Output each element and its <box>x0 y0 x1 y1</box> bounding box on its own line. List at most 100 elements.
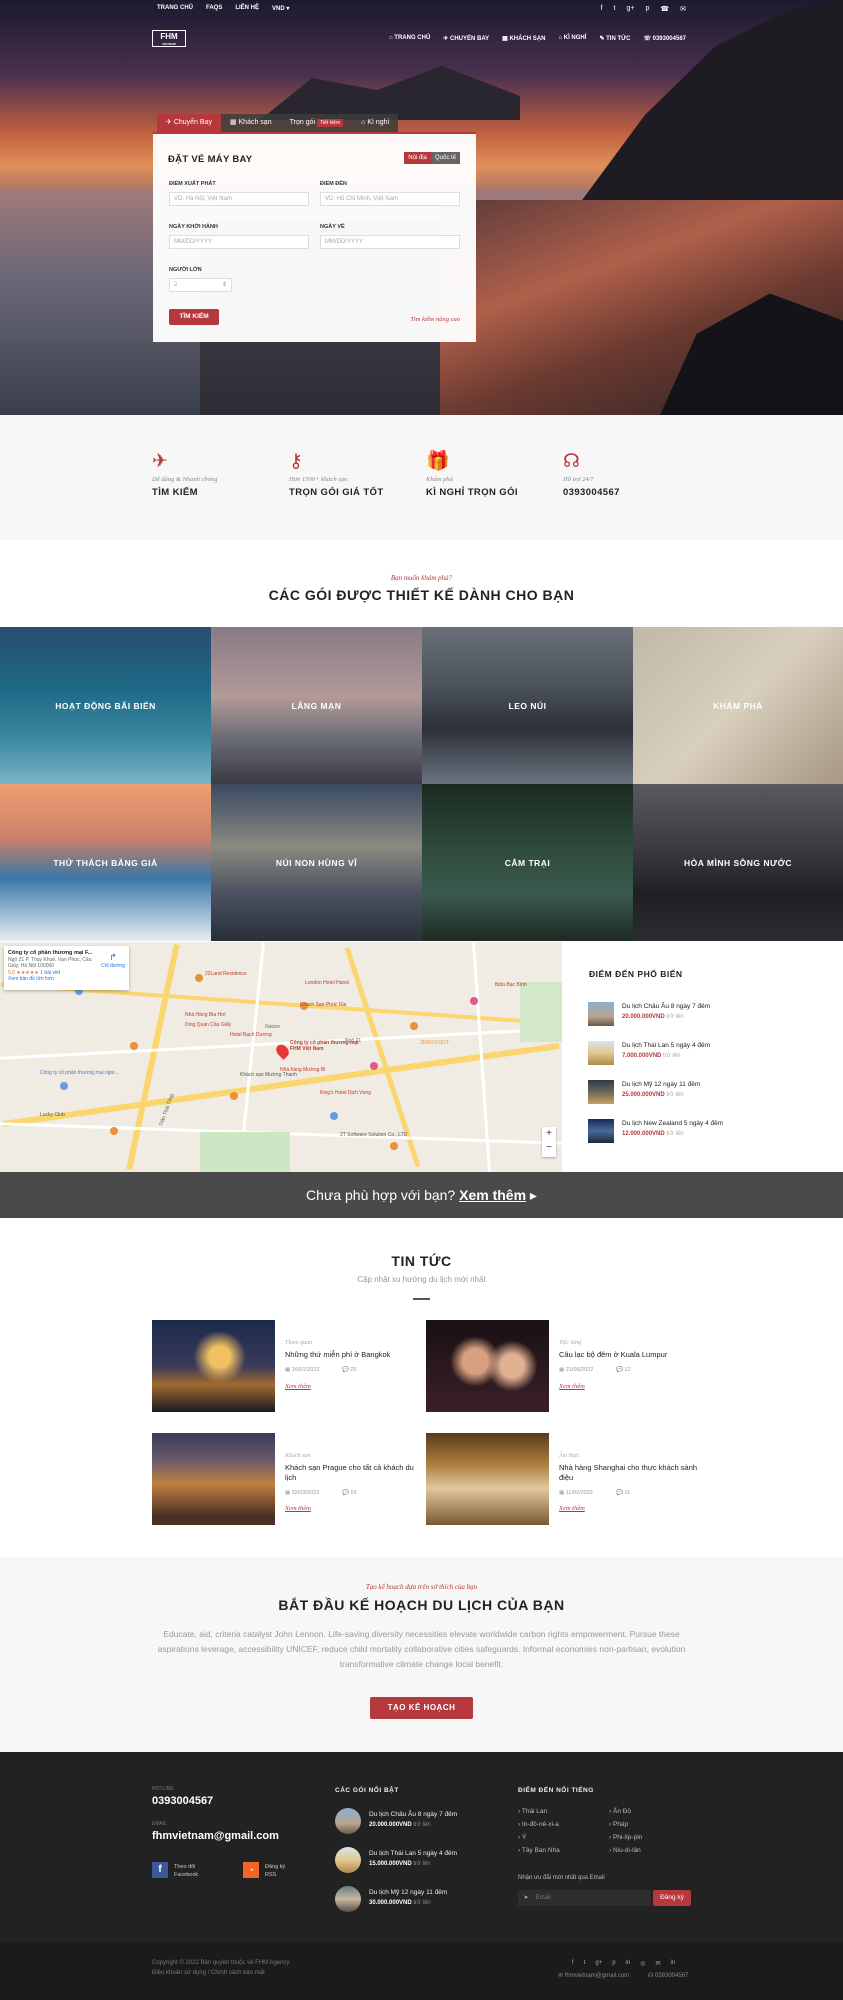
to-input[interactable]: VD: Hồ Chí Minh, Việt Nam <box>320 192 460 206</box>
create-plan-button[interactable]: TẠO KẾ HOẠCH <box>370 1697 473 1719</box>
depart-input[interactable]: MM/DD/YYYY <box>169 235 309 249</box>
tile-river[interactable]: HÒA MÌNH SÔNG NƯỚC <box>633 784 843 941</box>
dest-link[interactable]: › Ý <box>518 1834 526 1841</box>
mail-icon[interactable]: ✉ <box>680 5 686 13</box>
advanced-search-link[interactable]: Tìm kiếm nâng cao <box>410 316 460 323</box>
news-card[interactable]: Tham quan Những thứ miễn phí ở Bangkok ▦… <box>152 1320 422 1412</box>
linkedin-icon[interactable]: in <box>670 1960 675 1967</box>
dest-link[interactable]: › Phi-líp-pin <box>609 1834 642 1841</box>
feature-vacations: 🎁 Khám phá KÌ NGHỈ TRỌN GÓI <box>426 450 556 498</box>
linkedin-icon[interactable]: in <box>626 1960 631 1967</box>
dest-link[interactable]: › Niu-di-lân <box>609 1847 641 1854</box>
googleplus-icon[interactable]: g+ <box>595 1960 602 1967</box>
nav-home[interactable]: ⌂ TRANG CHỦ <box>389 35 430 42</box>
facebook-icon[interactable]: f <box>572 1960 574 1967</box>
destination-item[interactable]: Du lịch Thái Lan 5 ngày 4 đêm 7.000.000V… <box>588 1039 828 1065</box>
google-map[interactable]: 22Land Residence London Hotel Hanoi Khác… <box>0 942 562 1172</box>
bottom-phone[interactable]: ☊ 0393004567 <box>648 1972 688 1979</box>
destination-item[interactable]: Du lịch Mỹ 12 ngày 11 đêm 25.000.000VND … <box>588 1078 828 1104</box>
more-cta-bar: Chưa phù hợp với bạn? Xem thêm ▸ <box>0 1172 843 1218</box>
adults-stepper[interactable]: 2 ⇕ <box>169 278 232 292</box>
feature-support: ☊ Hỗ trợ 24/7 0393004567 <box>563 450 693 498</box>
nav-phone[interactable]: ☏ 0393004567 <box>643 35 686 42</box>
international-toggle[interactable]: Quốc tế <box>430 152 460 164</box>
domestic-toggle[interactable]: Nội địa <box>404 152 431 164</box>
read-more-link[interactable]: Xem thêm <box>285 1383 311 1390</box>
feature-title: TÌM KIẾM <box>152 487 198 498</box>
tile-beach[interactable]: HOẠT ĐỘNG BÃI BIỂN <box>0 627 211 784</box>
tab-flights[interactable]: ✈ Chuyến Bay <box>157 114 221 132</box>
search-button[interactable]: TÌM KIẾM <box>169 309 219 325</box>
read-more-link[interactable]: Xem thêm <box>285 1505 311 1512</box>
destination-item[interactable]: Du lịch New Zealand 5 ngày 4 đêm 12.000.… <box>588 1117 828 1143</box>
nav-flights[interactable]: ✈ CHUYẾN BAY <box>443 35 489 42</box>
feature-caption: Dễ dàng & Nhanh chóng <box>152 476 218 483</box>
tab-hotels[interactable]: ▦ Khách sạn <box>220 114 281 132</box>
tile-camping[interactable]: CẮM TRẠI <box>422 784 633 941</box>
dest-link[interactable]: › Ấn Độ <box>609 1808 631 1815</box>
googleplus-icon[interactable]: g+ <box>627 5 635 13</box>
read-more-link[interactable]: Xem thêm <box>559 1383 585 1390</box>
news-card[interactable]: Tiệc tùng Câu lạc bộ đêm ở Kuala Lumpur … <box>426 1320 696 1412</box>
dribbble-icon[interactable]: ◎ <box>640 1960 645 1967</box>
legal-links[interactable]: Điều khoản sử dụng / Chính sách bảo mật <box>152 1970 265 1976</box>
news-card[interactable]: Khách sạn Khách sạn Prague cho tất cả kh… <box>152 1433 422 1525</box>
subscribe-button[interactable]: Đăng ký <box>653 1890 691 1906</box>
top-link-faqs[interactable]: FAQS <box>206 5 222 12</box>
tile-mountains[interactable]: NÚI NON HÙNG VĨ <box>211 784 422 941</box>
destination-price: 25.000.000VND trở lên <box>622 1092 684 1098</box>
footer-package[interactable]: Du lịch Thái Lan 5 ngày 4 đêm 15.000.000… <box>335 1847 495 1873</box>
news-title-link[interactable]: Nhà hàng Shanghai cho thực khách sành đi… <box>559 1463 699 1483</box>
tile-explore[interactable]: KHÁM PHÁ <box>633 627 843 784</box>
destination-item[interactable]: Du lịch Châu Âu 8 ngày 7 đêm 20.000.000V… <box>588 1000 828 1026</box>
read-more-link[interactable]: Xem thêm <box>559 1505 585 1512</box>
pinterest-icon[interactable]: p <box>612 1960 615 1967</box>
map-directions[interactable]: ↱ Chỉ đường <box>101 952 125 969</box>
dest-link[interactable]: › In-đô-nê-xi-a <box>518 1821 559 1828</box>
flight-type-toggle: Nội địa Quốc tế <box>404 152 460 164</box>
currency-select[interactable]: VND ▾ <box>272 5 289 12</box>
map-label: Nature <box>265 1024 281 1030</box>
dest-link[interactable]: › Tây Ban Nha <box>518 1847 560 1854</box>
facebook-follow[interactable]: f Theo dõi Facebook <box>152 1862 222 1882</box>
map-larger-link[interactable]: Xem bản đồ lớn hơn <box>8 976 125 982</box>
news-category: Tiệc tùng <box>559 1340 582 1346</box>
tile-ice[interactable]: THỬ THÁCH BĂNG GIÁ <box>0 784 211 941</box>
tab-vacations[interactable]: ⌂ Kì nghỉ <box>352 114 399 132</box>
news-card[interactable]: Ẩm thực Nhà hàng Shanghai cho thực khách… <box>426 1433 699 1525</box>
news-image <box>426 1433 549 1525</box>
logo[interactable]: FHM VIETNAM <box>152 30 186 47</box>
phone-icon[interactable]: ☎ <box>660 5 669 13</box>
tab-packages[interactable]: Trọn gói Tiết kiệm <box>280 114 353 132</box>
pinterest-icon[interactable]: p <box>645 5 649 13</box>
see-more-link[interactable]: Xem thêm <box>459 1187 526 1203</box>
news-title-link[interactable]: Câu lạc bộ đêm ở Kuala Lumpur <box>559 1350 699 1360</box>
top-link-contact[interactable]: LIÊN HỆ <box>235 5 259 12</box>
rss-subscribe[interactable]: ◔ Đăng ký RSS <box>243 1862 313 1882</box>
nav-hotels[interactable]: ▦ KHÁCH SẠN <box>502 35 545 42</box>
twitter-icon[interactable]: t <box>584 1960 586 1967</box>
newsletter-email-input[interactable]: ➤ Email <box>518 1890 651 1906</box>
nav-news[interactable]: ✎ TIN TỨC <box>599 35 630 42</box>
footer-email[interactable]: fhmvietnam@gmail.com <box>152 1830 279 1842</box>
bottom-email[interactable]: ✉ fhmvietnam@gmail.com <box>558 1972 629 1979</box>
from-input[interactable]: VD: Hà Nội, Việt Nam <box>169 192 309 206</box>
news-title-link[interactable]: Những thứ miễn phí ở Bangkok <box>285 1350 425 1360</box>
top-link-home[interactable]: TRANG CHỦ <box>157 5 193 12</box>
facebook-icon[interactable]: f <box>601 5 603 13</box>
dest-link[interactable]: › Thái Lan <box>518 1808 547 1815</box>
nav-vacations[interactable]: ⌂ KÌ NGHỈ <box>558 35 586 42</box>
tile-climbing[interactable]: LEO NÚI <box>422 627 633 784</box>
tile-romance[interactable]: LÃNG MẠN <box>211 627 422 784</box>
dest-link[interactable]: › Pháp <box>609 1821 628 1828</box>
news-title-link[interactable]: Khách sạn Prague cho tất cả khách du lịc… <box>285 1463 425 1483</box>
footer-package[interactable]: Du lịch Châu Âu 8 ngày 7 đêm 20.000.000V… <box>335 1808 495 1834</box>
footer-package[interactable]: Du lịch Mỹ 12 ngày 11 đêm 30.000.000VND … <box>335 1886 495 1912</box>
features-section: ✈ Dễ dàng & Nhanh chóng TÌM KIẾM ⚷ Hơn 1… <box>0 415 843 540</box>
news-comments: 💬 11 <box>616 1490 631 1496</box>
return-input[interactable]: MM/DD/YYYY <box>320 235 460 249</box>
hotline-number[interactable]: 0393004567 <box>152 1795 213 1807</box>
map-zoom-controls[interactable]: + − <box>542 1127 556 1157</box>
send-icon[interactable]: ✉ <box>655 1960 660 1967</box>
twitter-icon[interactable]: t <box>614 5 616 13</box>
